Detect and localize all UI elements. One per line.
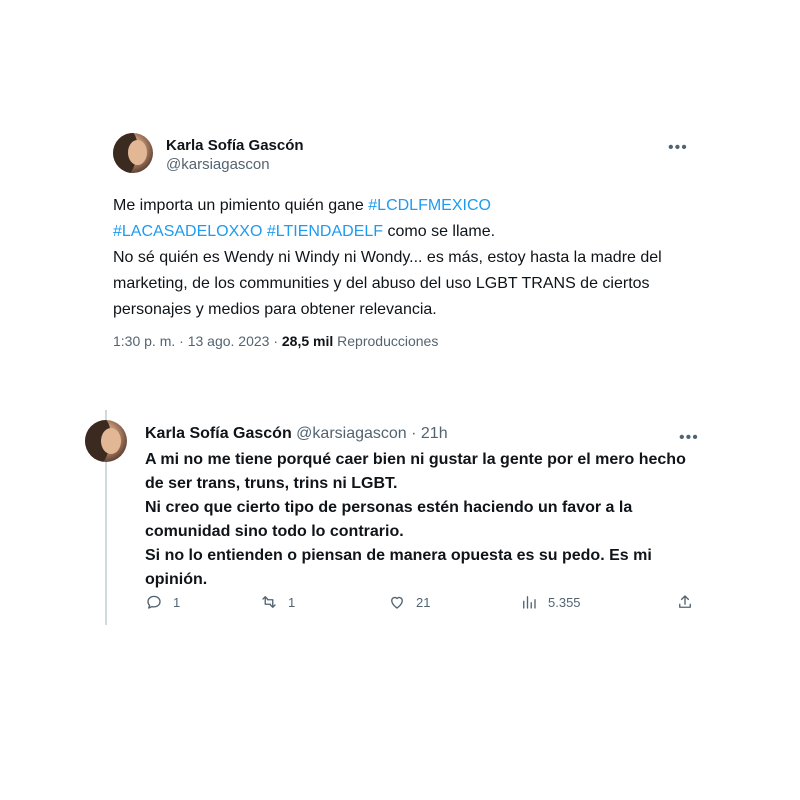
share-button[interactable] (676, 593, 694, 611)
like-button[interactable]: 21 (388, 593, 430, 611)
separator: · (406, 425, 421, 442)
more-options-icon[interactable]: ••• (668, 140, 688, 156)
handle[interactable]: @karsiagascon (166, 156, 304, 173)
time-ago[interactable]: 21h (421, 425, 448, 442)
tweet-text: A mi no me tiene porqué caer bien ni gus… (145, 448, 705, 592)
tweet-meta: 1:30 p. m. · 13 ago. 2023 · 28,5 mil Rep… (113, 333, 438, 349)
tweet2-header: Karla Sofía Gascón @karsiagascon · 21h (145, 425, 448, 443)
hashtag-link[interactable]: #LACASADELOXXO (113, 223, 262, 240)
tweet-text: Me importa un pimiento quién gane #LCDLF… (113, 193, 713, 323)
like-count: 21 (416, 594, 431, 610)
avatar[interactable] (113, 133, 153, 173)
analytics-icon (523, 596, 536, 609)
reply-button[interactable]: 1 (145, 593, 180, 611)
views-count: 28,5 mil (281, 333, 334, 349)
tweet-text-line: Ni creo que cierto tipo de personas esté… (145, 499, 633, 540)
display-name[interactable]: Karla Sofía Gascón (166, 137, 304, 154)
avatar[interactable] (85, 420, 127, 462)
tweet-text-part: Me importa un pimiento quién gane (113, 197, 369, 214)
hashtag-link[interactable]: #LTIENDADELF (267, 223, 383, 240)
heart-icon (391, 596, 403, 609)
tweet-text-paragraph: No sé quién es Wendy ni Windy ni Wondy..… (113, 249, 662, 318)
reply-count: 1 (173, 594, 181, 610)
views-count: 5.355 (548, 594, 581, 610)
timestamp[interactable]: 1:30 p. m. · 13 ago. 2023 · (113, 333, 282, 349)
tweet-text-part: como se llame. (383, 223, 496, 240)
retweet-count: 1 (288, 594, 296, 610)
tweet-text-line: A mi no me tiene porqué caer bien ni gus… (145, 451, 686, 492)
tweet1-author[interactable]: Karla Sofía Gascón @karsiagascon (166, 137, 304, 173)
retweet-button[interactable]: 1 (260, 593, 295, 611)
retweet-icon (262, 596, 276, 608)
handle[interactable]: @karsiagascon (296, 425, 407, 442)
tweet-text-line: Si no lo entienden o piensan de manera o… (145, 547, 652, 588)
views-label: Reproducciones (333, 333, 439, 349)
views-button[interactable]: 5.355 (520, 593, 581, 611)
avatar-face (100, 427, 122, 454)
display-name[interactable]: Karla Sofía Gascón (145, 425, 292, 442)
hashtag-link[interactable]: #LCDLFMEXICO (368, 197, 491, 214)
reply-icon (147, 595, 161, 609)
share-icon (679, 595, 691, 608)
more-options-icon[interactable]: ••• (679, 430, 699, 446)
avatar-face (128, 140, 148, 165)
